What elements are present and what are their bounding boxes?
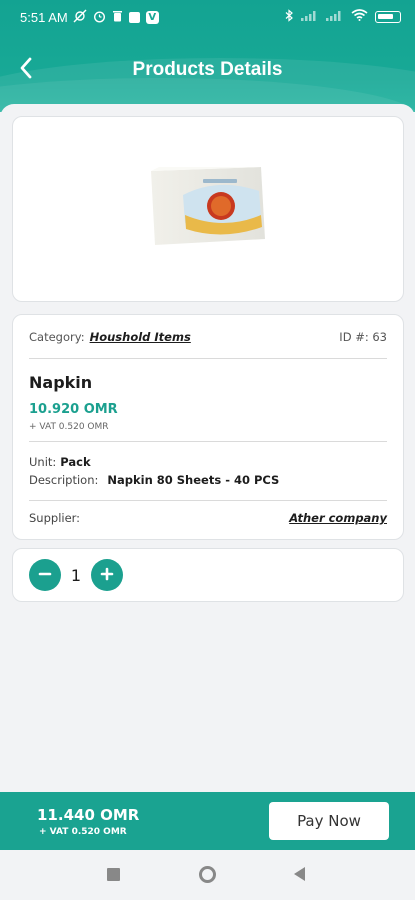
checkout-bar: 11.440 OMR + VAT 0.520 OMR Pay Now — [0, 792, 415, 850]
title-row: Products Details — [0, 52, 415, 88]
quantity-value: 1 — [70, 565, 82, 585]
status-right — [285, 8, 401, 26]
chevron-left-icon — [19, 57, 33, 83]
notification-icon — [128, 11, 140, 23]
product-image-card — [12, 116, 404, 302]
app-v-icon: V — [145, 10, 159, 24]
unit-label: Unit: — [29, 455, 57, 469]
pay-now-button[interactable]: Pay Now — [269, 802, 389, 840]
total-vat: + VAT 0.520 OMR — [39, 826, 127, 837]
product-image — [143, 165, 273, 253]
signal-icon — [301, 9, 319, 25]
home-icon[interactable] — [199, 866, 216, 883]
plus-icon — [100, 566, 114, 585]
page-title: Products Details — [132, 59, 283, 80]
description-label: Description: — [29, 473, 99, 487]
product-name: Napkin — [29, 373, 93, 392]
category-link[interactable]: Houshold Items — [90, 330, 191, 344]
battery-icon — [375, 11, 401, 23]
back-button[interactable] — [8, 52, 44, 88]
recent-apps-icon[interactable] — [107, 868, 120, 881]
alarm-icon — [93, 10, 106, 25]
quantity-stepper: 1 — [12, 548, 404, 602]
product-details-content: Category: Houshold Items ID #: 63 Napkin… — [0, 104, 415, 792]
supplier-label: Supplier: — [29, 511, 81, 525]
total-price: 11.440 OMR — [37, 805, 140, 824]
category-label: Category: — [29, 329, 85, 344]
system-nav-bar — [0, 850, 415, 900]
bluetooth-icon — [285, 8, 294, 26]
status-bar: 5:51 AM V — [0, 0, 415, 34]
unit-row: Unit: Pack — [29, 455, 387, 469]
product-info-card: Category: Houshold Items ID #: 63 Napkin… — [12, 314, 404, 540]
wifi-icon — [351, 9, 368, 25]
unit-value: Pack — [60, 455, 91, 469]
divider — [29, 441, 387, 442]
divider — [29, 500, 387, 501]
back-nav-icon[interactable] — [294, 867, 305, 881]
signal-icon — [326, 9, 344, 25]
supplier-link[interactable]: Ather company — [289, 511, 387, 525]
mute-icon — [73, 9, 87, 25]
increase-quantity-button[interactable] — [91, 559, 123, 591]
minus-icon — [38, 566, 52, 585]
product-vat: + VAT 0.520 OMR — [29, 422, 109, 432]
status-time: 5:51 AM — [20, 9, 68, 25]
description-value: Napkin 80 Sheets - 40 PCS — [107, 473, 280, 487]
description-row: Description: Napkin 80 Sheets - 40 PCS — [29, 473, 387, 487]
app-header: 5:51 AM V Products Details — [0, 0, 415, 112]
supplier-row: Supplier: Ather company — [29, 511, 387, 525]
category-row: Category: Houshold Items ID #: 63 — [29, 315, 387, 359]
decrease-quantity-button[interactable] — [29, 559, 61, 591]
total-block: 11.440 OMR + VAT 0.520 OMR — [37, 806, 139, 837]
product-id: ID #: 63 — [339, 329, 387, 344]
product-price: 10.920 OMR — [29, 402, 118, 417]
trash-icon — [112, 10, 123, 24]
